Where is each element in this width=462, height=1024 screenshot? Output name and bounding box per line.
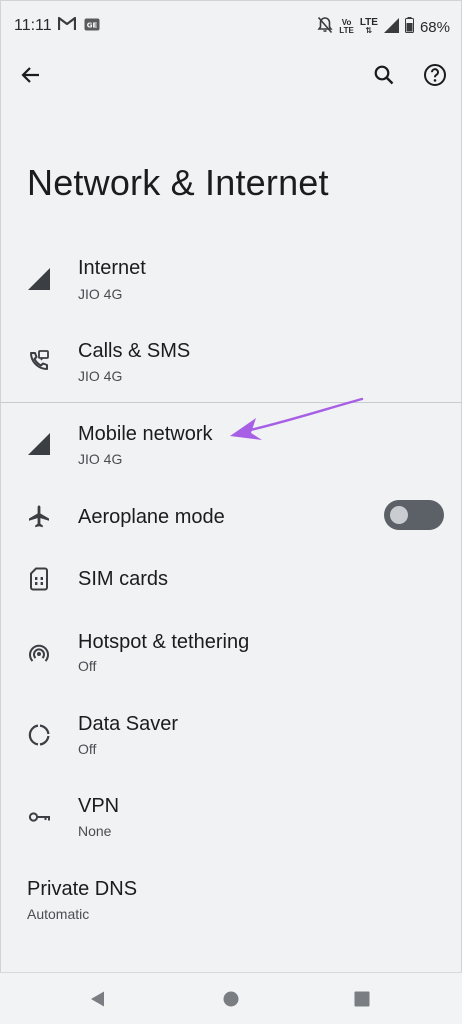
signal-icon xyxy=(26,266,52,292)
arrow-back-icon xyxy=(21,67,39,83)
setting-title: Hotspot & tethering xyxy=(78,631,250,653)
arrow-annotation xyxy=(230,397,364,440)
status-right: Vo LTE LTE ⇅ 68% xyxy=(317,16,450,38)
setting-subtitle: JIO 4G xyxy=(78,286,123,302)
nav-home-button[interactable] xyxy=(218,986,244,1012)
hotspot-icon xyxy=(26,640,52,666)
nav-recents-icon xyxy=(354,991,370,1007)
setting-title: Mobile network xyxy=(78,423,213,445)
notification-icons: GE xyxy=(57,16,100,36)
status-bar: 11:11 GE Vo LTE LTE ⇅ 68% xyxy=(0,0,462,54)
help-button[interactable] xyxy=(415,55,455,95)
setting-subtitle: Off xyxy=(78,741,97,757)
back-button[interactable] xyxy=(11,55,51,95)
signal-icon xyxy=(26,431,52,457)
setting-subtitle: None xyxy=(78,823,112,839)
nav-back-icon xyxy=(91,991,104,1007)
airplane-icon xyxy=(26,503,52,529)
setting-title: Calls & SMS xyxy=(78,340,191,362)
nav-back-button[interactable] xyxy=(85,986,111,1012)
setting-sim-cards[interactable]: SIM cards xyxy=(0,560,462,602)
search-icon xyxy=(374,65,394,85)
setting-subtitle: Off xyxy=(78,658,97,674)
notifications-off-icon xyxy=(317,16,333,38)
setting-subtitle: Automatic xyxy=(27,906,90,922)
setting-title: Private DNS xyxy=(27,878,138,900)
search-button[interactable] xyxy=(364,55,404,95)
status-time: 11:11 xyxy=(14,17,52,34)
cell-signal-icon xyxy=(383,17,399,37)
lte-indicator: LTE ⇅ xyxy=(360,18,378,35)
help-icon xyxy=(424,64,446,86)
setting-private-dns[interactable]: Private DNS Automatic xyxy=(0,869,462,939)
setting-title: VPN xyxy=(78,795,120,817)
setting-title: Aeroplane mode xyxy=(78,506,225,528)
toggle-knob xyxy=(390,506,408,524)
sim-card-icon xyxy=(26,566,52,592)
vpn-key-icon xyxy=(26,804,52,830)
setting-title: Data Saver xyxy=(78,713,179,735)
setting-subtitle: JIO 4G xyxy=(78,368,123,384)
nav-home-icon xyxy=(223,991,239,1007)
volte-indicator: Vo LTE xyxy=(339,19,354,35)
svg-text:GE: GE xyxy=(87,21,98,29)
setting-title: SIM cards xyxy=(78,568,169,590)
navigation-bar xyxy=(0,973,462,1024)
gmail-icon xyxy=(57,16,77,36)
volte-bottom-label: LTE xyxy=(339,26,354,35)
page-title: Network & Internet xyxy=(27,162,329,203)
battery-icon xyxy=(404,17,414,37)
setting-internet[interactable]: Internet JIO 4G xyxy=(0,248,462,320)
setting-title: Internet xyxy=(78,257,146,279)
setting-calls-sms[interactable]: Calls & SMS JIO 4G xyxy=(0,330,462,402)
battery-percent: 68% xyxy=(419,18,450,36)
data-saver-icon xyxy=(26,722,52,748)
setting-hotspot-tethering[interactable]: Hotspot & tethering Off xyxy=(0,622,462,694)
phone-message-icon xyxy=(26,348,52,374)
data-arrows-icon: ⇅ xyxy=(365,26,373,35)
ge-notification-icon: GE xyxy=(84,18,100,36)
setting-subtitle: JIO 4G xyxy=(78,451,123,467)
aeroplane-mode-toggle[interactable] xyxy=(384,500,444,530)
setting-data-saver[interactable]: Data Saver Off xyxy=(0,705,462,777)
setting-vpn[interactable]: VPN None xyxy=(0,787,462,859)
nav-recents-button[interactable] xyxy=(349,986,375,1012)
